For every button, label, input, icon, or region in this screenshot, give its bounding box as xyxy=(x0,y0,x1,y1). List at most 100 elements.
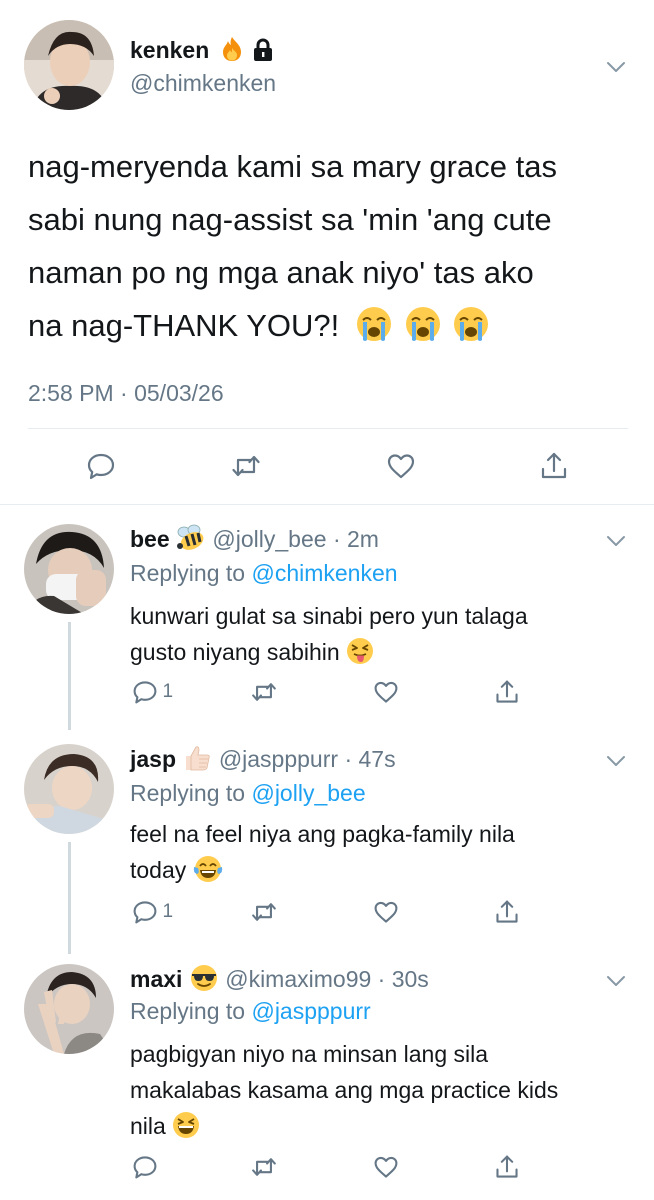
retweet-button[interactable] xyxy=(251,899,277,930)
retweet-button[interactable] xyxy=(231,451,261,486)
retweet-button[interactable] xyxy=(251,1154,277,1185)
reply-line: today xyxy=(130,857,187,883)
replying-to-label: Replying to xyxy=(130,998,246,1024)
reply-header: bee @jolly_bee · 2m xyxy=(130,524,379,558)
tweet-line: sabi nung nag-assist sa 'min 'ang cute xyxy=(28,202,552,237)
reply-icon xyxy=(133,681,157,704)
display-name[interactable]: bee xyxy=(130,526,170,552)
tweet-timestamp[interactable]: 2:58 PM · 05/03/26 xyxy=(28,380,224,407)
user-handle[interactable]: @kimaximo99 xyxy=(225,966,371,992)
reply-text: pagbigyan niyo na minsan lang sila makal… xyxy=(130,1036,640,1149)
heart-icon xyxy=(374,681,398,703)
reply-icon xyxy=(133,1156,157,1179)
avatar[interactable] xyxy=(24,744,114,834)
retweet-icon xyxy=(252,683,276,701)
chevron-down-icon[interactable] xyxy=(606,534,626,552)
reply-text: feel na feel niya ang pagka-family nila … xyxy=(130,816,630,893)
display-name[interactable]: kenken xyxy=(130,36,274,68)
chevron-down-icon[interactable] xyxy=(606,974,626,992)
reply-button[interactable]: 1 xyxy=(132,679,173,705)
reply-button[interactable]: 1 xyxy=(132,899,173,925)
tears-of-joy-emoji xyxy=(193,855,223,893)
tweet-line: na nag-THANK YOU?! xyxy=(28,308,340,343)
reply-line: nila xyxy=(130,1113,166,1139)
replying-to: Replying to @chimkenken xyxy=(130,560,398,587)
reply-button[interactable] xyxy=(132,1154,158,1180)
display-name[interactable]: maxi xyxy=(130,966,182,992)
avatar[interactable] xyxy=(24,524,114,614)
retweet-icon xyxy=(252,1158,276,1176)
user-handle[interactable]: @jaspppurr xyxy=(219,746,338,772)
reply-count: 1 xyxy=(162,901,174,922)
reply-line: makalabas kasama ang mga practice kids xyxy=(130,1077,559,1103)
replying-to-label: Replying to xyxy=(130,780,246,806)
retweet-icon xyxy=(232,455,260,477)
chevron-down-icon[interactable] xyxy=(606,754,626,772)
heart-icon xyxy=(374,901,398,923)
like-button[interactable] xyxy=(386,451,416,486)
reply-header: maxi @kimaximo99 · 30s xyxy=(130,964,429,998)
avatar[interactable] xyxy=(24,964,114,1054)
reply-header: jasp @jaspppurr · 47s xyxy=(130,744,396,778)
reply-button[interactable] xyxy=(86,451,116,486)
reply-time[interactable]: · 47s xyxy=(344,746,395,772)
heart-icon xyxy=(374,1156,398,1178)
replying-to-link[interactable]: @chimkenken xyxy=(251,560,397,586)
replying-to-link[interactable]: @jolly_bee xyxy=(251,780,365,806)
reply-line: kunwari gulat sa sinabi pero yun talaga xyxy=(130,603,528,629)
reply-line-last: today xyxy=(130,852,630,893)
like-button[interactable] xyxy=(373,899,399,930)
chevron-down-icon[interactable] xyxy=(606,60,626,78)
like-button[interactable] xyxy=(373,1154,399,1185)
grinning-squint-emoji xyxy=(172,1111,200,1149)
tweet-line: nag-meryenda kami sa mary grace tas xyxy=(28,149,557,184)
avatar[interactable] xyxy=(24,20,114,110)
thumbs-up-emoji xyxy=(182,744,212,778)
display-name[interactable]: jasp xyxy=(130,746,176,772)
retweet-button[interactable] xyxy=(251,679,277,710)
loudly-crying-emoji xyxy=(405,305,441,358)
reply-line-last: nila xyxy=(130,1108,640,1149)
tweet-line-last: na nag-THANK YOU?! xyxy=(28,299,638,358)
share-button[interactable] xyxy=(539,451,569,486)
share-button[interactable] xyxy=(494,679,520,710)
display-name-text[interactable]: kenken xyxy=(130,37,209,63)
user-handle[interactable]: @chimkenken xyxy=(130,70,276,97)
thread-line xyxy=(68,622,71,730)
share-icon xyxy=(496,680,518,703)
reply-line-last: gusto niyang sabihin xyxy=(130,634,630,675)
replying-to: Replying to @jolly_bee xyxy=(130,780,366,807)
tongue-squint-emoji xyxy=(346,637,374,675)
user-handle[interactable]: @jolly_bee xyxy=(212,526,326,552)
divider xyxy=(0,504,654,505)
tweet-text: nag-meryenda kami sa mary grace tas sabi… xyxy=(28,140,638,358)
reply-time[interactable]: · 2m xyxy=(333,526,379,552)
thread-line xyxy=(68,842,71,954)
loudly-crying-emoji xyxy=(356,305,392,358)
share-icon xyxy=(496,900,518,923)
reply-line: gusto niyang sabihin xyxy=(130,639,340,665)
bee-emoji xyxy=(176,524,206,558)
share-button[interactable] xyxy=(494,1154,520,1185)
reply-line: feel na feel niya ang pagka-family nila xyxy=(130,821,515,847)
share-icon xyxy=(541,452,567,479)
heart-icon xyxy=(387,454,415,479)
like-button[interactable] xyxy=(373,679,399,710)
reply-icon xyxy=(87,453,115,480)
replying-to: Replying to @jaspppurr xyxy=(130,998,371,1025)
reply-text: kunwari gulat sa sinabi pero yun talaga … xyxy=(130,598,630,675)
divider xyxy=(28,428,628,429)
replying-to-label: Replying to xyxy=(130,560,246,586)
loudly-crying-emoji xyxy=(453,305,489,358)
reply-count: 1 xyxy=(162,681,174,702)
reply-icon xyxy=(133,901,157,924)
lock-icon xyxy=(252,38,274,68)
reply-line: pagbigyan niyo na minsan lang sila xyxy=(130,1041,489,1067)
sunglasses-emoji xyxy=(189,964,219,998)
retweet-icon xyxy=(252,903,276,921)
tweet-line: naman po ng mga anak niyo' tas ako xyxy=(28,255,534,290)
replying-to-link[interactable]: @jaspppurr xyxy=(251,998,370,1024)
share-icon xyxy=(496,1155,518,1178)
share-button[interactable] xyxy=(494,899,520,930)
reply-time[interactable]: · 30s xyxy=(378,966,429,992)
